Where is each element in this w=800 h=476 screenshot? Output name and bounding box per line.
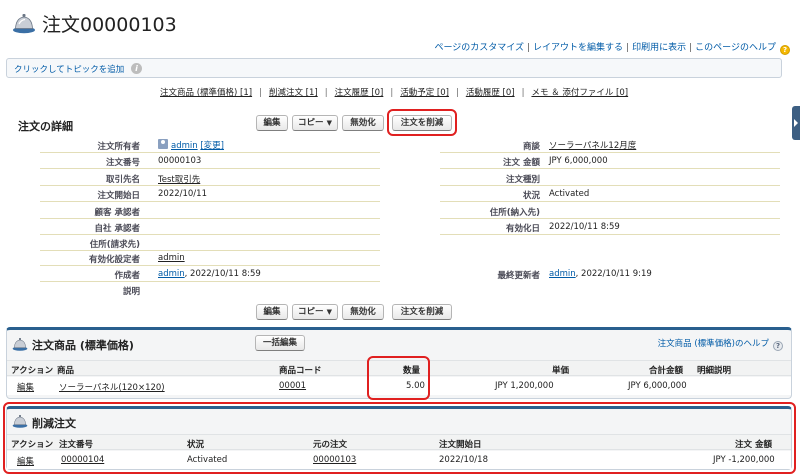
sidebar-toggle[interactable] <box>792 106 800 140</box>
field-label-order-type: 注文種別 <box>505 175 540 185</box>
column-header-unit-price: 単価 <box>552 366 570 376</box>
field-label-shipping-address: 住所(納入先) <box>489 208 540 218</box>
help-icon[interactable]: ? <box>780 45 790 55</box>
user-avatar-icon <box>158 139 168 149</box>
copy-dropdown-button-bottom[interactable]: コピー ▼ <box>292 304 338 320</box>
related-link-open-activities[interactable]: 活動予定 [0] <box>400 88 449 98</box>
row-product-link[interactable]: ソーラーパネル(120×120) <box>59 381 165 393</box>
field-label-order-amount: 注文 金額 <box>503 158 540 168</box>
info-icon[interactable]: i <box>131 63 142 74</box>
related-list-links: 注文商品 (標準価格) [1] | 削減注文 [1] | 注文履歴 [0] | 活動予定 [… <box>160 88 629 98</box>
deactivate-button[interactable]: 無効化 <box>342 115 384 131</box>
field-label-last-modified: 最終更新者 <box>497 271 540 281</box>
field-value-activated-date: 2022/10/11 8:59 <box>549 222 620 232</box>
order-bell-icon <box>12 338 28 351</box>
field-label-owner: 注文所有者 <box>97 142 140 152</box>
field-value-account[interactable]: Test取引先 <box>158 173 200 185</box>
highlight-reduce-button <box>387 109 457 136</box>
field-label-opportunity: 商談 <box>522 142 540 152</box>
deactivate-button-bottom[interactable]: 無効化 <box>342 304 384 320</box>
related-link-activity-history[interactable]: 活動履歴 [0] <box>466 88 515 98</box>
edit-button[interactable]: 編集 <box>256 115 288 131</box>
printable-view-link[interactable]: 印刷用に表示 <box>632 43 686 53</box>
row-edit-link[interactable]: 編集 <box>17 381 34 393</box>
chevron-down-icon: ▼ <box>326 308 332 316</box>
customize-page-link[interactable]: ページのカスタマイズ <box>434 43 524 53</box>
related-link-notes[interactable]: メモ ＆ 添付ファイル [0] <box>531 88 628 98</box>
related-link-reduction-orders[interactable]: 削減注文 [1] <box>269 88 318 98</box>
reduce-order-button-bottom[interactable]: 注文を削減 <box>392 304 452 320</box>
row-total: JPY 6,000,000 <box>628 381 687 391</box>
column-header-total: 合計金額 <box>649 366 684 376</box>
order-products-title: 注文商品 (標準価格) <box>32 339 134 352</box>
field-value-last-modified: admin, 2022/10/11 9:19 <box>549 269 652 279</box>
page-help-link[interactable]: このページのヘルプ <box>695 43 776 53</box>
header-links: ページのカスタマイズ | レイアウトを編集する | 印刷用に表示 | このページのヘルプ? <box>434 40 790 55</box>
column-header-product: 商品 <box>57 366 75 376</box>
field-value-created-by: admin, 2022/10/11 8:59 <box>158 269 261 279</box>
field-value-status: Activated <box>549 189 590 199</box>
row-product-code-link[interactable]: 00001 <box>279 381 306 391</box>
field-label-status: 状況 <box>522 191 540 201</box>
copy-dropdown-button[interactable]: コピー ▼ <box>292 115 338 131</box>
field-value-start-date: 2022/10/11 <box>158 189 207 199</box>
topic-bar: クリックしてトピックを追加 i <box>6 58 782 78</box>
chevron-down-icon: ▼ <box>326 119 332 127</box>
field-value-order-amount: JPY 6,000,000 <box>549 156 608 166</box>
add-topic-link[interactable]: クリックしてトピックを追加 <box>14 63 124 75</box>
page-title: 注文00000103 <box>42 14 177 36</box>
order-bell-icon <box>13 14 35 34</box>
highlight-reduction-orders <box>3 402 796 474</box>
field-value-activated-by[interactable]: admin <box>158 253 185 263</box>
field-label-created-by: 作成者 <box>114 271 140 281</box>
field-value-owner: admin [変更] <box>158 139 224 151</box>
detail-section-title: 注文の詳細 <box>18 120 73 133</box>
field-label-description: 説明 <box>122 287 140 297</box>
field-label-billing-address: 住所(請求先) <box>89 240 140 250</box>
field-label-order-number: 注文番号 <box>105 158 140 168</box>
field-label-activated-date: 有効化日 <box>505 224 540 234</box>
related-link-order-history[interactable]: 注文履歴 [0] <box>335 88 384 98</box>
field-label-company-approver: 自社 承認者 <box>94 224 140 234</box>
order-products-help: 注文商品 (標準価格)のヘルプ? <box>658 337 783 351</box>
field-label-account: 取引先名 <box>105 175 140 185</box>
related-link-order-products[interactable]: 注文商品 (標準価格) [1] <box>160 88 252 98</box>
edit-layout-link[interactable]: レイアウトを編集する <box>533 43 623 53</box>
column-header-action: アクション <box>11 366 54 376</box>
help-icon[interactable]: ? <box>773 341 783 351</box>
row-unit-price: JPY 1,200,000 <box>495 381 554 391</box>
field-label-customer-approver: 顧客 承認者 <box>94 208 140 218</box>
bulk-edit-button[interactable]: 一括編集 <box>255 335 305 351</box>
edit-button-bottom[interactable]: 編集 <box>256 304 288 320</box>
field-value-opportunity[interactable]: ソーラーパネル12月度 <box>549 139 636 151</box>
order-products-help-link[interactable]: 注文商品 (標準価格)のヘルプ <box>658 339 769 349</box>
change-owner-link[interactable]: [変更] <box>200 141 224 151</box>
highlight-quantity <box>367 356 430 400</box>
field-label-start-date: 注文開始日 <box>97 191 140 201</box>
field-value-order-number: 00000103 <box>158 156 202 166</box>
column-header-line-description: 明細説明 <box>697 366 732 376</box>
field-label-activated-by: 有効化設定者 <box>88 255 140 265</box>
column-header-product-code: 商品コード <box>279 366 322 376</box>
